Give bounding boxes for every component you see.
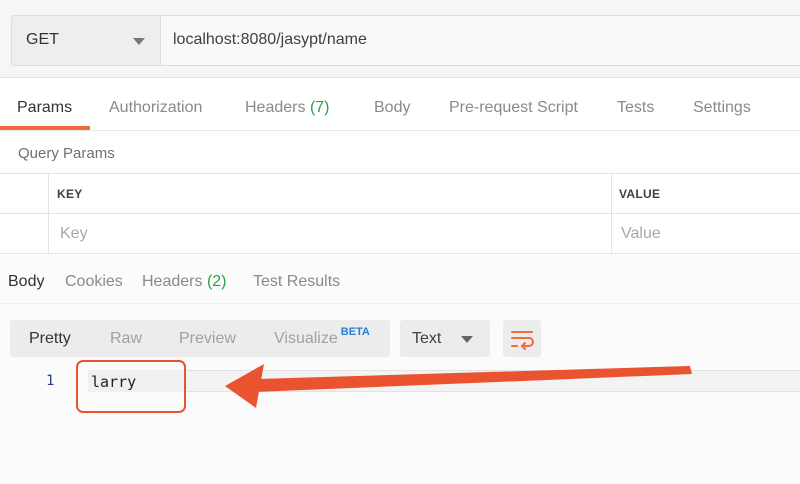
url-text: localhost:8080/jasypt/name (173, 31, 367, 48)
tab-tests[interactable]: Tests (617, 99, 654, 117)
wrap-lines-icon (511, 331, 534, 350)
value-input[interactable]: Value (621, 225, 661, 243)
tab-body-label: Body (374, 99, 411, 116)
preview-button[interactable]: Preview (179, 330, 236, 348)
chevron-down-icon (461, 336, 473, 343)
tab-authorization[interactable]: Authorization (109, 99, 202, 117)
row-divider (0, 213, 800, 214)
format-select[interactable]: Text (400, 320, 490, 357)
visualize-label: Visualize (274, 330, 338, 347)
view-mode-bar: Pretty Raw Preview Visualize BETA (10, 320, 390, 357)
tab-settings-label: Settings (693, 99, 751, 116)
url-input[interactable]: localhost:8080/jasypt/name (160, 15, 800, 66)
response-tab-headers-label: Headers (142, 273, 203, 290)
tab-pre-request-script-label: Pre-request Script (449, 99, 578, 116)
visualize-button[interactable]: Visualize BETA (274, 326, 370, 348)
active-tab-indicator (0, 126, 90, 130)
tab-headers-label: Headers (245, 99, 306, 116)
response-tab-test-results[interactable]: Test Results (253, 273, 340, 291)
value-column-header: VALUE (619, 187, 661, 201)
request-tabs: Params Authorization Headers (7) Body Pr… (0, 79, 800, 131)
method-select[interactable]: GET (11, 15, 160, 66)
format-label: Text (412, 330, 442, 347)
tab-params[interactable]: Params (17, 99, 72, 117)
headers-count-badge: (7) (309, 99, 330, 116)
tab-body[interactable]: Body (374, 99, 410, 117)
line-number: 1 (46, 373, 55, 389)
pretty-button[interactable]: Pretty (29, 330, 71, 348)
tab-params-label: Params (17, 99, 73, 116)
raw-button[interactable]: Raw (110, 330, 142, 348)
tab-authorization-label: Authorization (109, 99, 203, 116)
tab-settings[interactable]: Settings (693, 99, 751, 117)
method-label: GET (26, 31, 59, 48)
response-tab-cookies[interactable]: Cookies (65, 273, 123, 291)
request-bar: GET localhost:8080/jasypt/name (0, 0, 800, 78)
response-tabs: Body Cookies Headers (2) Test Results (0, 254, 800, 304)
tab-pre-request-script[interactable]: Pre-request Script (449, 99, 578, 117)
response-tab-body[interactable]: Body (8, 273, 44, 291)
tab-tests-label: Tests (617, 99, 655, 116)
chevron-down-icon (133, 38, 145, 45)
column-divider (611, 174, 612, 254)
key-column-header: KEY (57, 187, 83, 201)
editor-active-line (185, 370, 800, 392)
key-input[interactable]: Key (60, 225, 88, 243)
tab-headers[interactable]: Headers (7) (245, 99, 330, 117)
response-tab-headers[interactable]: Headers (2) (142, 273, 227, 291)
beta-badge: BETA (340, 326, 370, 338)
query-params-table: KEY VALUE Key Value (0, 173, 800, 254)
column-divider (48, 174, 49, 254)
wrap-lines-button[interactable] (503, 320, 541, 357)
response-headers-count-badge: (2) (206, 273, 227, 290)
annotation-highlight-box (76, 360, 186, 413)
query-params-title: Query Params (18, 145, 115, 162)
